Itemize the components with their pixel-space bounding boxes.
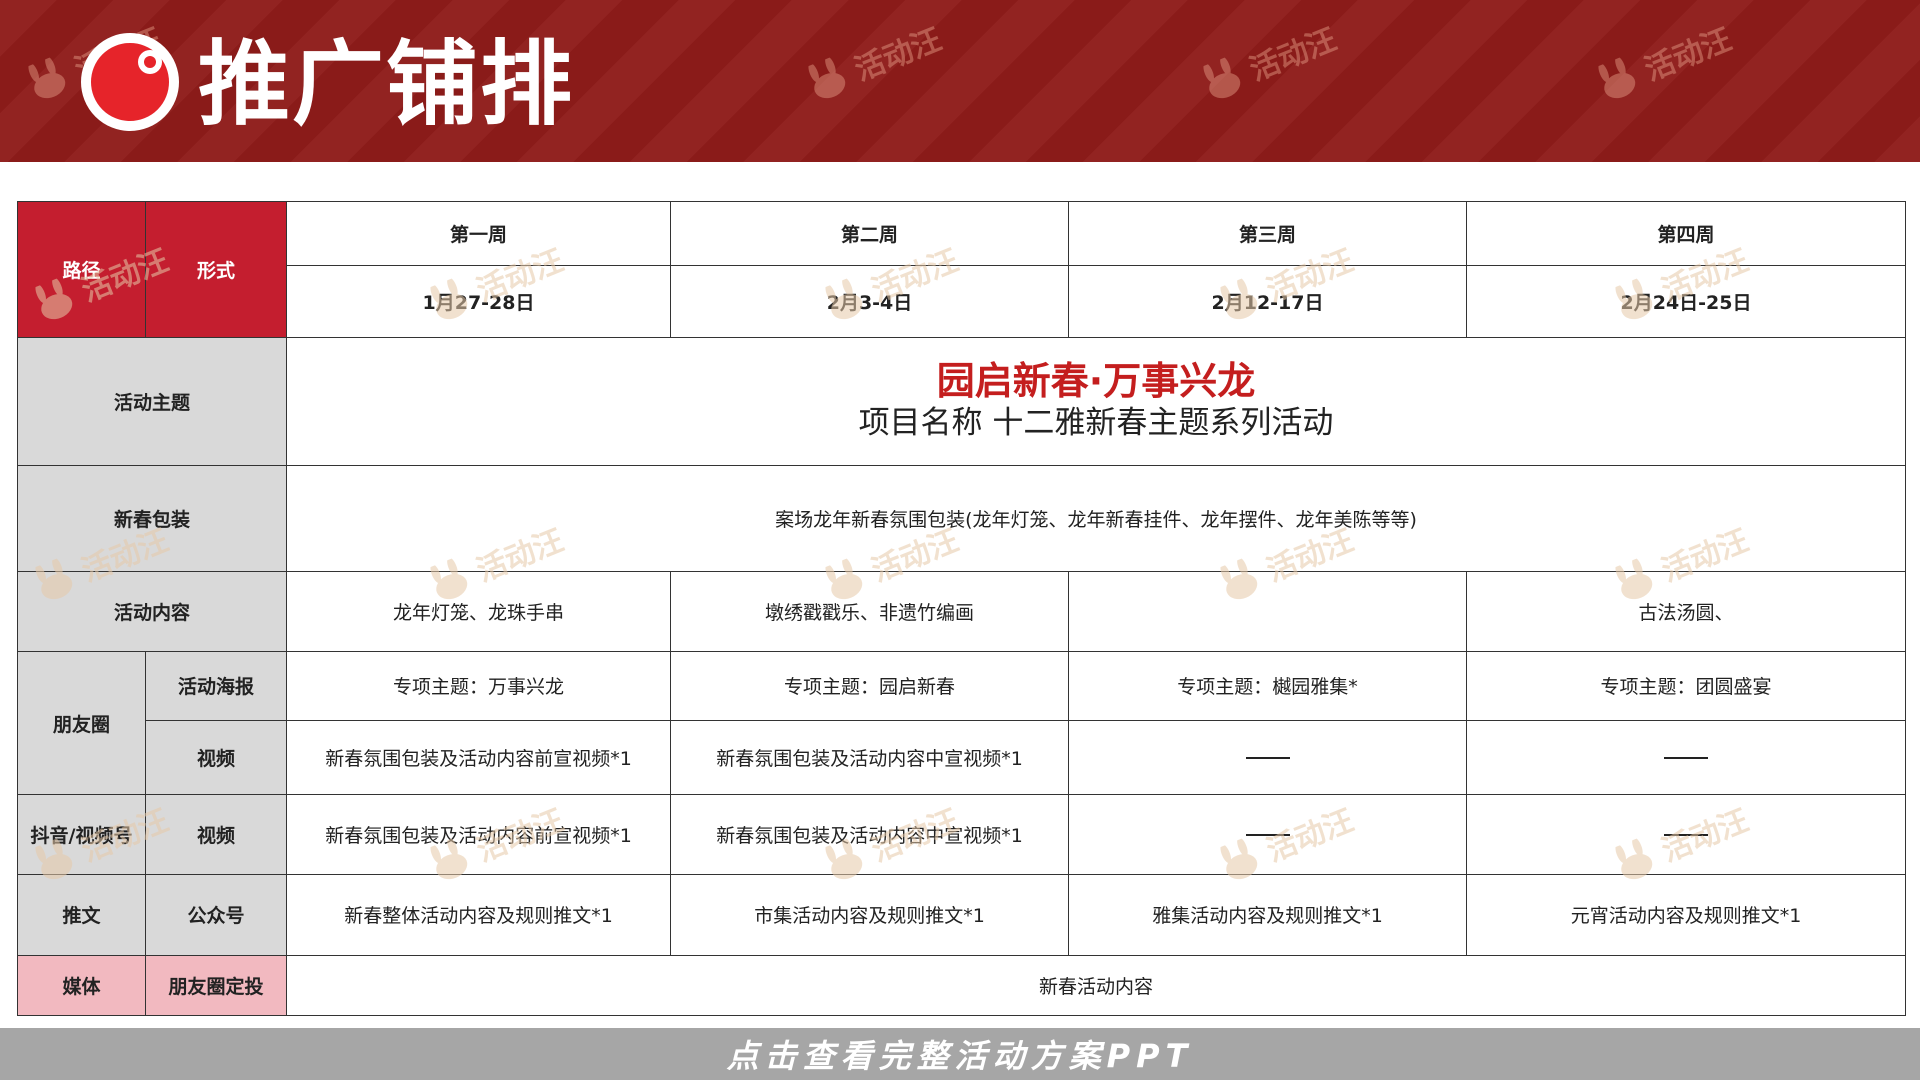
douyin-row: 抖音/视频号 视频 新春氛围包装及活动内容前宣视频*1 新春氛围包装及活动内容中… — [17, 793, 1906, 876]
moments-poster-row: 朋友圈 活动海报 专项主题：万事兴龙 专项主题：园启新春 专项主题：樾园雅集* … — [17, 651, 1906, 795]
theme-row: 活动主题 园启新春·万事兴龙 项目名称 十二雅新春主题系列活动 — [17, 336, 1906, 467]
douyin-week-1: 新春氛围包装及活动内容前宣视频*1 — [286, 793, 671, 876]
week-2-dates: 2月3-4日 — [670, 265, 1069, 338]
poster-week-1: 专项主题：万事兴龙 — [286, 651, 671, 721]
moments-video-week-4 — [1466, 719, 1906, 795]
moments-video-label: 视频 — [145, 719, 287, 795]
week-3-dates: 2月12-17日 — [1068, 265, 1467, 338]
view-full-plan-banner[interactable]: 点击查看完整活动方案PPT — [0, 1028, 1920, 1080]
theme-label: 活动主题 — [17, 336, 287, 467]
moments-video-week-2: 新春氛围包装及活动内容中宣视频*1 — [670, 719, 1069, 795]
content-week-1: 龙年灯笼、龙珠手串 — [286, 570, 671, 653]
moments-video-row: 视频 新春氛围包装及活动内容前宣视频*1 新春氛围包装及活动内容中宣视频*1 — [18, 719, 1906, 795]
path-header: 路径 — [17, 201, 146, 338]
media-label: 媒体 — [17, 954, 146, 1017]
week-3-header: 第三周 — [1068, 200, 1467, 267]
douyin-week-3 — [1068, 793, 1467, 876]
date-header-row: 1月27-28日 2月3-4日 2月12-17日 2月24日-25日 — [18, 265, 1906, 338]
week-1-header: 第一周 — [286, 200, 671, 267]
theme-cell: 园启新春·万事兴龙 项目名称 十二雅新春主题系列活动 — [286, 336, 1906, 467]
page-header: 活动汪 活动汪 活动汪 活动汪 推广铺排 — [0, 0, 1920, 162]
article-week-2: 市集活动内容及规则推文*1 — [670, 874, 1069, 956]
package-row: 新春包装 案场龙年新春氛围包装(龙年灯笼、龙年新春挂件、龙年摆件、龙年美陈等等) — [17, 465, 1906, 572]
form-header: 形式 — [145, 201, 287, 338]
poster-week-4: 专项主题：团圆盛宴 — [1466, 651, 1906, 721]
promotion-schedule-table: 路径 形式 第一周 第二周 第三周 第四周 1月27-28日 2月3-4日 2月… — [17, 200, 1906, 1017]
media-text: 新春活动内容 — [286, 954, 1906, 1017]
article-week-4: 元宵活动内容及规则推文*1 — [1466, 874, 1906, 956]
moments-video-week-1: 新春氛围包装及活动内容前宣视频*1 — [286, 719, 671, 795]
week-2-header: 第二周 — [670, 200, 1069, 267]
week-header-row: 路径 形式 第一周 第二周 第三周 第四周 — [17, 200, 1906, 338]
moments-label: 朋友圈 — [17, 651, 146, 795]
content-week-3 — [1068, 570, 1467, 653]
content-week-4: 古法汤圆、 — [1466, 570, 1906, 653]
article-week-3: 雅集活动内容及规则推文*1 — [1068, 874, 1467, 956]
package-label: 新春包装 — [17, 465, 287, 572]
douyin-week-4 — [1466, 793, 1906, 876]
media-row: 媒体 朋友圈定投 新春活动内容 — [17, 954, 1906, 1017]
article-week-1: 新春整体活动内容及规则推文*1 — [286, 874, 671, 956]
none-dash — [1245, 756, 1290, 759]
media-form-label: 朋友圈定投 — [145, 954, 287, 1017]
view-full-plan-link[interactable]: 点击查看完整活动方案PPT — [727, 1031, 1194, 1077]
none-dash — [1664, 834, 1708, 837]
poster-week-3: 专项主题：樾园雅集* — [1068, 651, 1467, 721]
douyin-week-2: 新春氛围包装及活动内容中宣视频*1 — [670, 793, 1069, 876]
week-4-header: 第四周 — [1466, 200, 1906, 267]
article-form-label: 公众号 — [145, 874, 287, 956]
none-dash — [1245, 834, 1290, 837]
moments-video-week-3 — [1068, 719, 1467, 795]
red-ring-logo-icon — [81, 33, 179, 131]
schedule-grid: 路径 形式 第一周 第二周 第三周 第四周 1月27-28日 2月3-4日 2月… — [17, 200, 1906, 1017]
article-row: 推文 公众号 新春整体活动内容及规则推文*1 市集活动内容及规则推文*1 雅集活… — [17, 874, 1906, 956]
theme-title: 园启新春·万事兴龙 — [936, 359, 1256, 404]
page-title: 推广铺排 — [198, 31, 575, 138]
week-4-dates: 2月24日-25日 — [1466, 265, 1906, 338]
poster-week-2: 专项主题：园启新春 — [670, 651, 1069, 721]
poster-label: 活动海报 — [145, 651, 287, 721]
content-row: 活动内容 龙年灯笼、龙珠手串 墩绣戳戳乐、非遗竹编画 古法汤圆、 — [17, 570, 1906, 653]
package-text: 案场龙年新春氛围包装(龙年灯笼、龙年新春挂件、龙年摆件、龙年美陈等等) — [286, 465, 1906, 572]
content-week-2: 墩绣戳戳乐、非遗竹编画 — [670, 570, 1069, 653]
content-label: 活动内容 — [17, 570, 287, 653]
article-label: 推文 — [17, 874, 146, 956]
project-name: 项目名称 十二雅新春主题系列活动 — [858, 405, 1334, 442]
douyin-form-label: 视频 — [145, 793, 287, 876]
douyin-label: 抖音/视频号 — [17, 793, 146, 876]
week-1-dates: 1月27-28日 — [286, 265, 671, 338]
none-dash — [1664, 756, 1708, 759]
